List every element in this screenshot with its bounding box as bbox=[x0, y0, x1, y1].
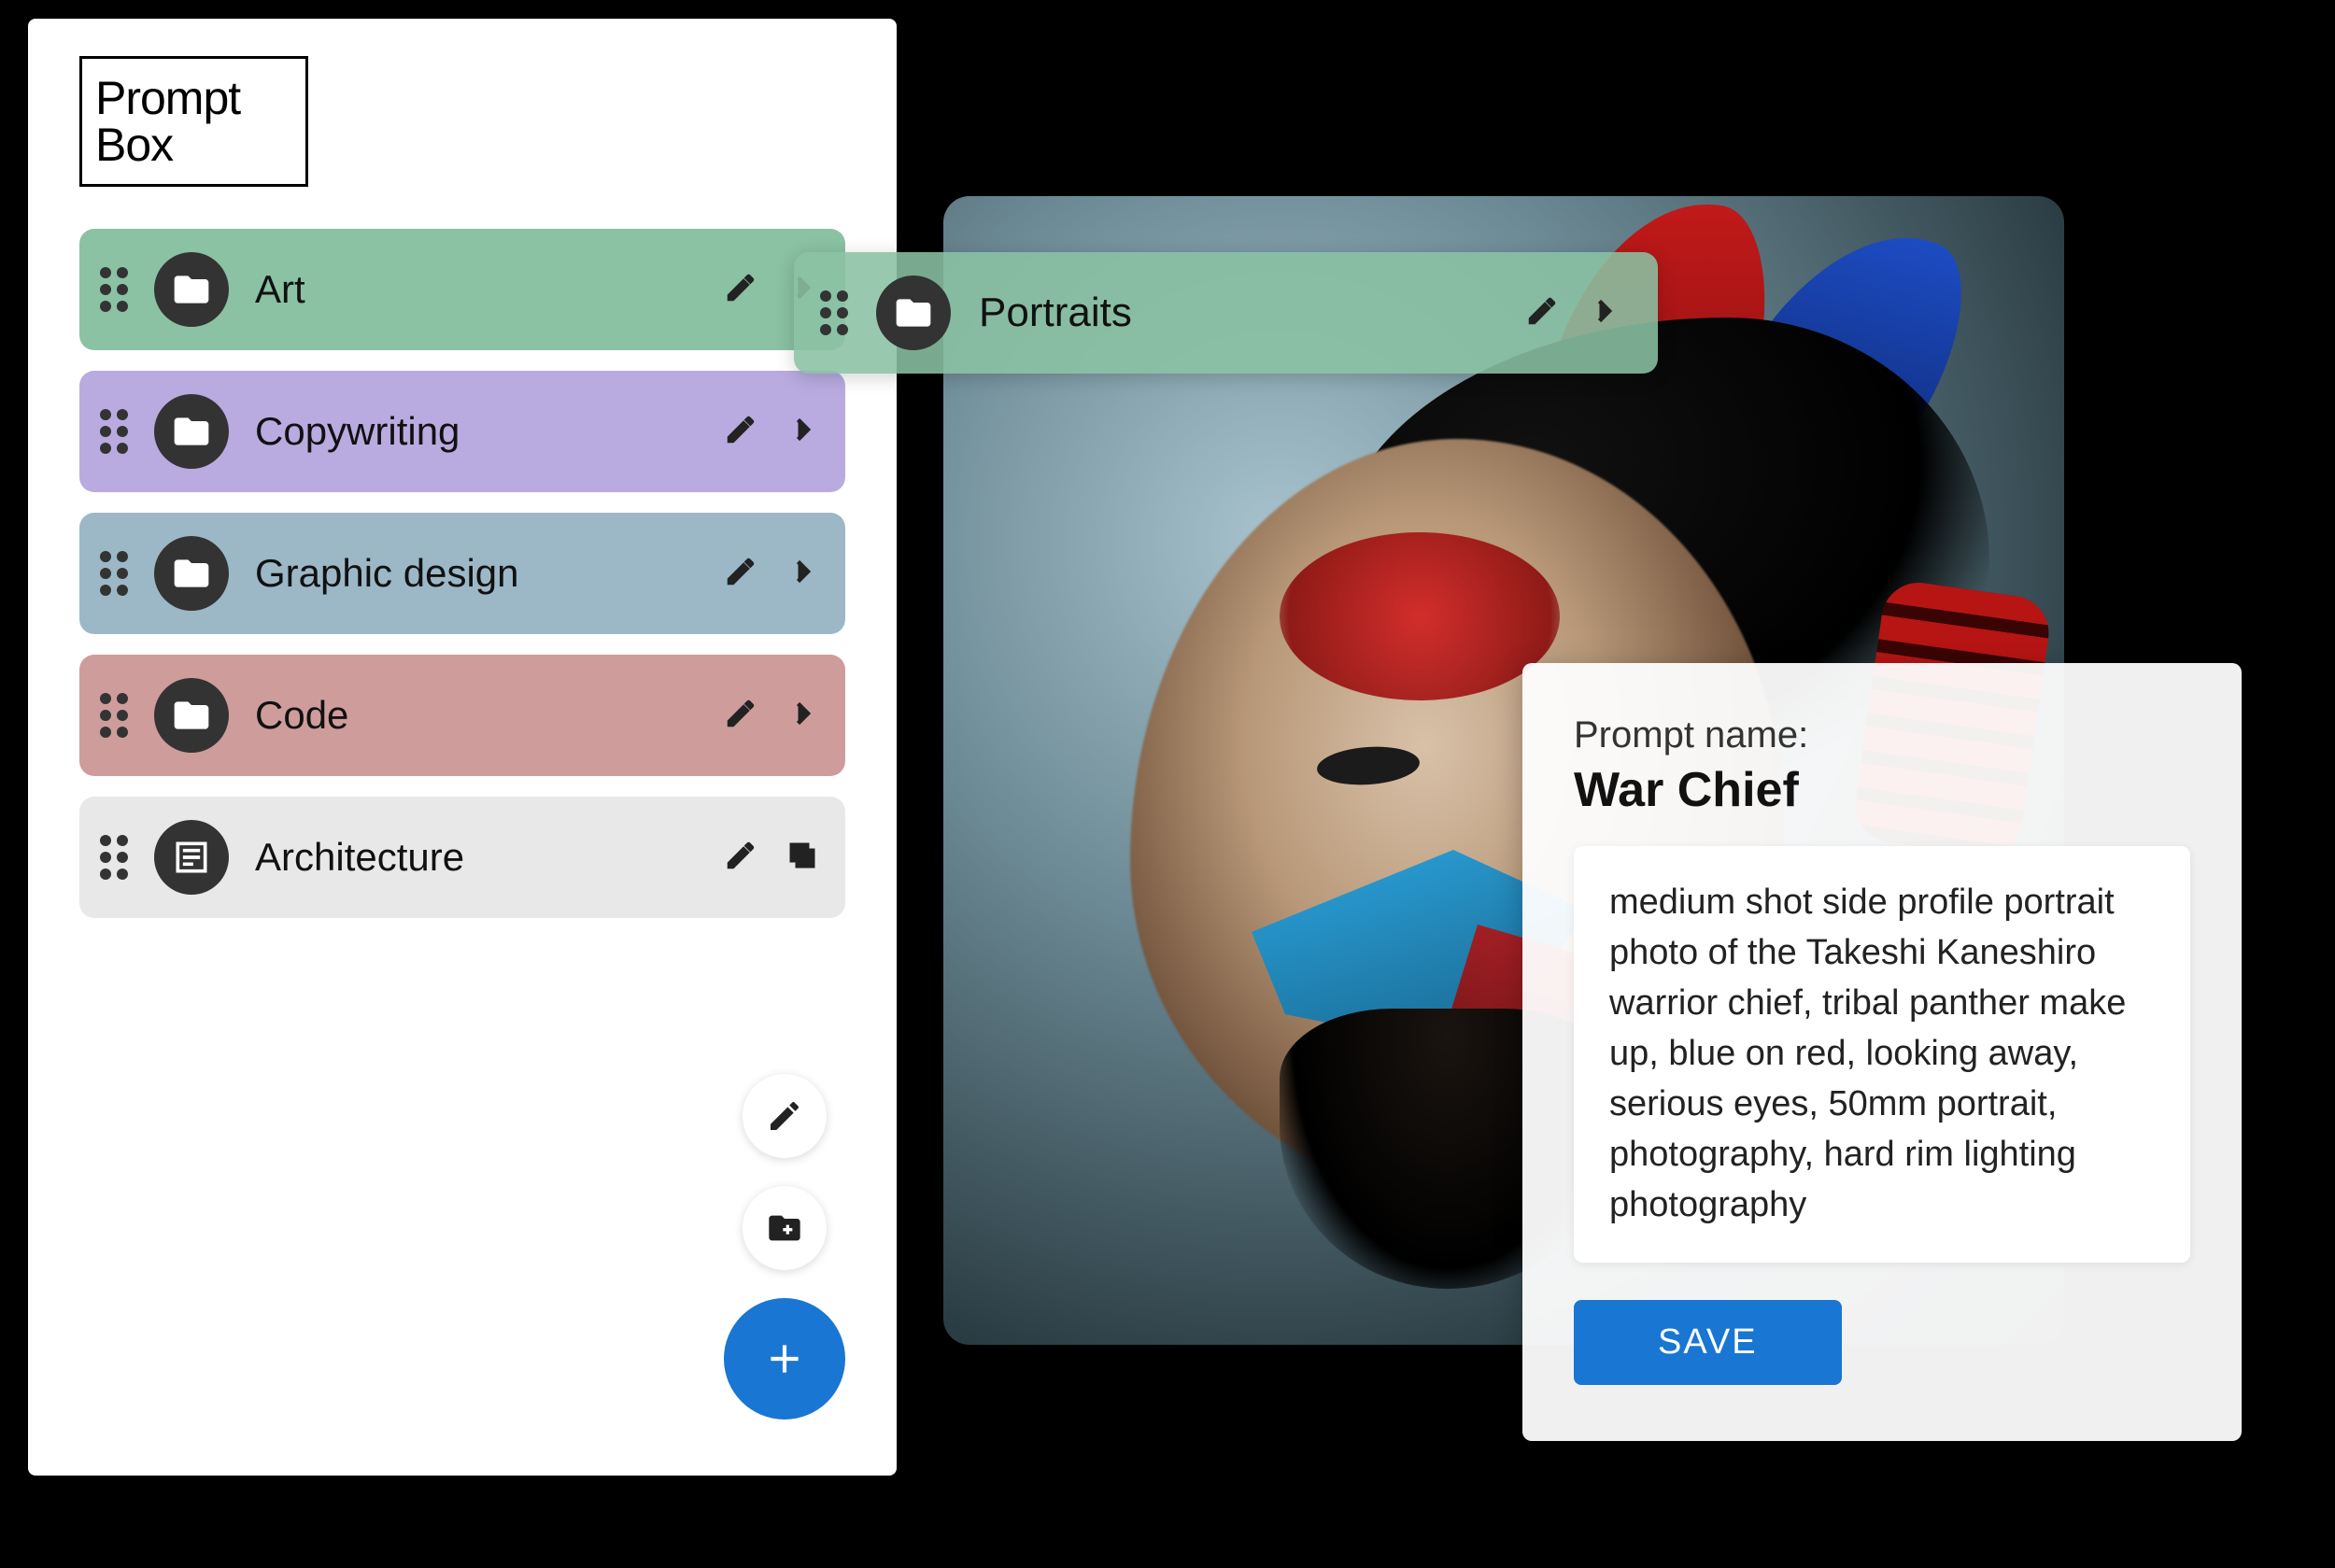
logo-line-1: Prompt bbox=[95, 75, 305, 121]
edit-icon[interactable] bbox=[1525, 294, 1559, 332]
drag-handle-icon[interactable] bbox=[100, 409, 128, 454]
prompt-body-text[interactable]: medium shot side profile portrait photo … bbox=[1574, 846, 2190, 1263]
folder-label: Copywriting bbox=[255, 409, 698, 454]
sidebar-panel: Prompt Box Art Copywriting bbox=[28, 19, 897, 1476]
drag-handle-icon[interactable] bbox=[100, 551, 128, 596]
folder-row-art[interactable]: Art bbox=[79, 229, 845, 350]
folder-icon bbox=[154, 252, 229, 327]
edit-icon[interactable] bbox=[724, 555, 757, 593]
subfolder-row-portraits[interactable]: Portraits bbox=[794, 252, 1658, 374]
chevron-right-icon[interactable] bbox=[785, 555, 819, 593]
edit-fab[interactable] bbox=[743, 1074, 827, 1158]
chevron-right-icon[interactable] bbox=[785, 413, 819, 451]
drag-handle-icon[interactable] bbox=[100, 835, 128, 880]
drag-handle-icon[interactable] bbox=[820, 290, 848, 335]
folder-label: Code bbox=[255, 693, 698, 738]
folder-label: Architecture bbox=[255, 835, 698, 880]
prompt-name-label: Prompt name: bbox=[1574, 714, 2190, 756]
note-icon bbox=[154, 820, 229, 895]
subfolder-label: Portraits bbox=[979, 290, 1497, 336]
prompt-card: Prompt name: War Chief medium shot side … bbox=[1522, 663, 2242, 1441]
folder-row-architecture[interactable]: Architecture bbox=[79, 797, 845, 918]
new-folder-fab[interactable] bbox=[743, 1186, 827, 1270]
folder-icon bbox=[154, 394, 229, 469]
folder-row-graphic-design[interactable]: Graphic design bbox=[79, 513, 845, 634]
folder-row-copywriting[interactable]: Copywriting bbox=[79, 371, 845, 492]
edit-icon[interactable] bbox=[724, 271, 757, 309]
folder-row-code[interactable]: Code bbox=[79, 655, 845, 776]
add-fab[interactable] bbox=[724, 1298, 845, 1420]
folder-icon bbox=[154, 678, 229, 753]
folder-label: Graphic design bbox=[255, 551, 698, 596]
save-button[interactable]: SAVE bbox=[1574, 1300, 1842, 1385]
copy-icon[interactable] bbox=[785, 839, 819, 877]
chevron-right-icon[interactable] bbox=[1587, 294, 1620, 332]
edit-icon[interactable] bbox=[724, 839, 757, 877]
folder-list: Art Copywriting Graphic design bbox=[79, 229, 845, 918]
drag-handle-icon[interactable] bbox=[100, 267, 128, 312]
logo-line-2: Box bbox=[95, 121, 305, 168]
folder-icon bbox=[876, 275, 951, 350]
drag-handle-icon[interactable] bbox=[100, 693, 128, 738]
folder-icon bbox=[154, 536, 229, 611]
chevron-right-icon[interactable] bbox=[785, 697, 819, 735]
folder-label: Art bbox=[255, 267, 698, 312]
edit-icon[interactable] bbox=[724, 697, 757, 735]
edit-icon[interactable] bbox=[724, 413, 757, 451]
app-logo: Prompt Box bbox=[79, 56, 308, 187]
fab-column bbox=[724, 1074, 845, 1420]
prompt-name-value: War Chief bbox=[1574, 762, 2190, 818]
